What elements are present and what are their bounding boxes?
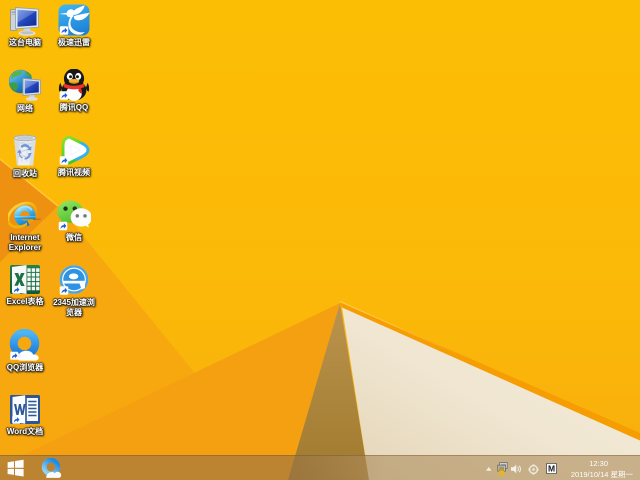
svg-text:M: M [548,464,555,474]
